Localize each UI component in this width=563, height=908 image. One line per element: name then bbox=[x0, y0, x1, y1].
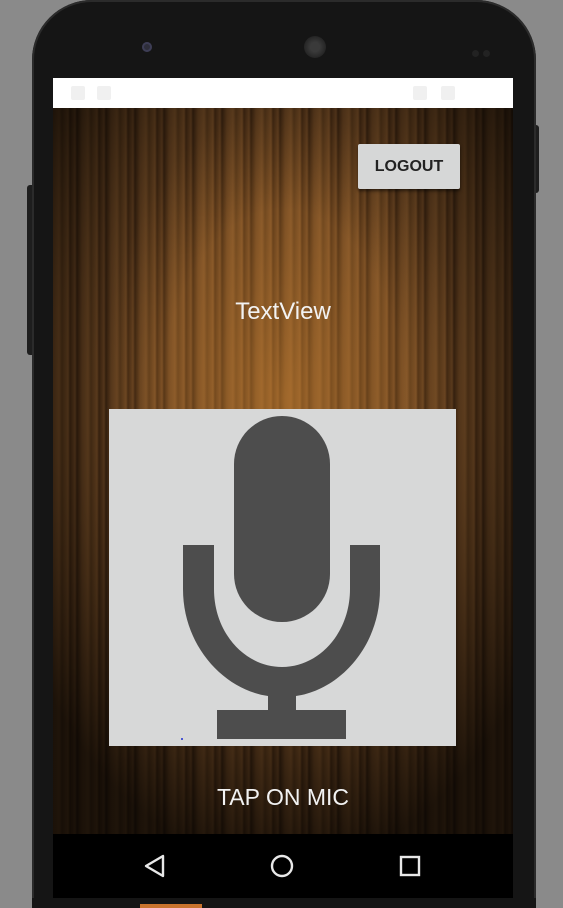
home-circle-icon bbox=[270, 854, 294, 878]
proximity-sensor-icon bbox=[472, 42, 496, 57]
logout-button[interactable]: LOGOUT bbox=[358, 144, 460, 189]
device-frame-background: LOGOUT TextView TAP ON MIC bbox=[0, 0, 563, 908]
microphone-icon bbox=[181, 416, 380, 740]
battery-icon bbox=[441, 86, 455, 100]
home-button[interactable] bbox=[264, 848, 300, 884]
back-button[interactable] bbox=[137, 848, 173, 884]
bottom-accent-bar bbox=[140, 904, 202, 908]
screen: LOGOUT TextView TAP ON MIC bbox=[53, 78, 513, 898]
recents-button[interactable] bbox=[392, 848, 428, 884]
mic-button[interactable] bbox=[109, 409, 456, 746]
signal-icon bbox=[413, 86, 427, 100]
notification-icon bbox=[97, 86, 111, 100]
notification-icon bbox=[71, 86, 85, 100]
earpiece-speaker-icon bbox=[304, 36, 326, 58]
phone-bottom-edge bbox=[32, 898, 536, 908]
result-textview: TextView bbox=[235, 298, 331, 325]
recents-square-icon bbox=[399, 855, 421, 877]
status-bar bbox=[53, 78, 513, 108]
tap-instruction-label: TAP ON MIC bbox=[216, 784, 350, 810]
back-triangle-icon bbox=[144, 854, 165, 878]
front-camera-icon bbox=[142, 42, 152, 52]
app-content: LOGOUT TextView TAP ON MIC bbox=[53, 108, 513, 834]
navigation-bar bbox=[53, 834, 513, 898]
